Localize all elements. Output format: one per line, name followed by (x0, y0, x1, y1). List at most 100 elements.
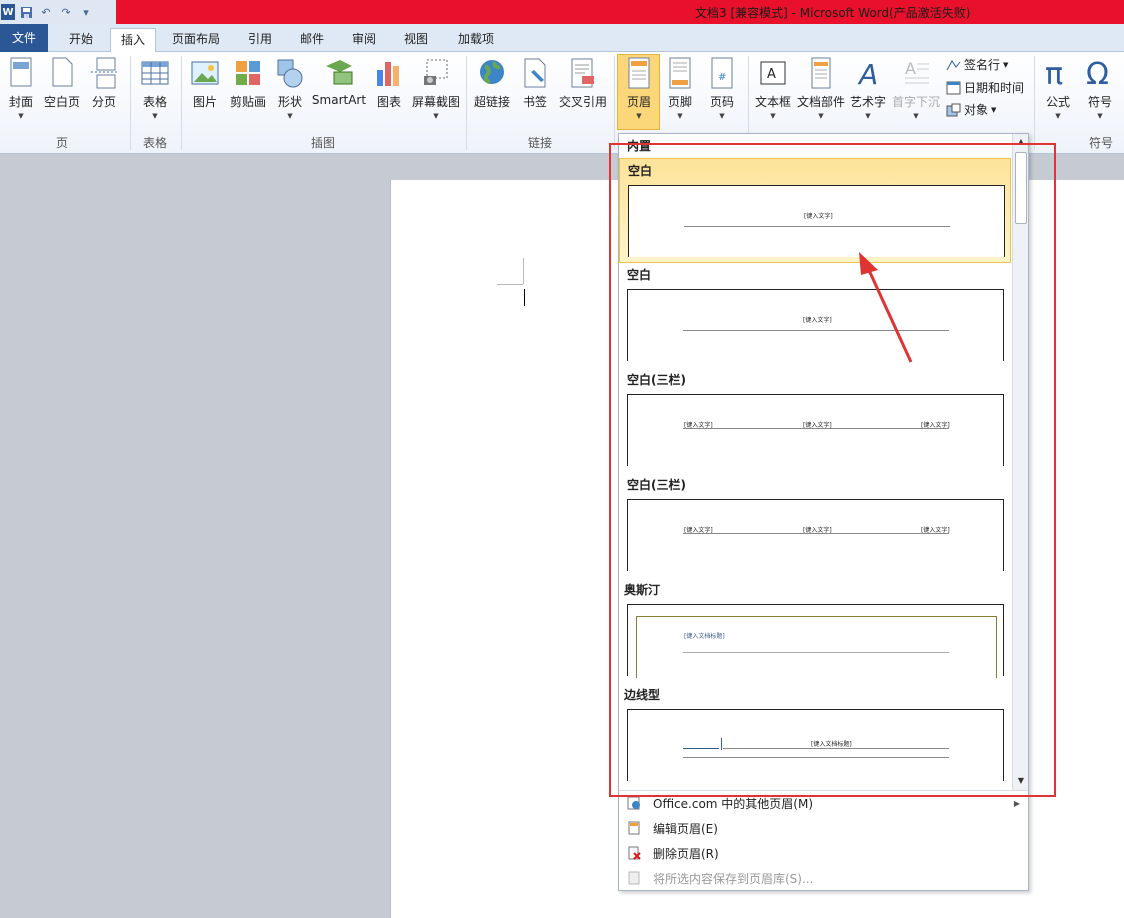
text-box-button[interactable]: A 文本框 ▼ (752, 56, 794, 126)
scroll-up-icon[interactable]: ▲ (1014, 135, 1028, 149)
scroll-down-icon[interactable]: ▼ (1014, 774, 1028, 788)
tab-view[interactable]: 视图 (394, 28, 438, 52)
clip-art-button[interactable]: 剪贴画 (228, 56, 268, 126)
gallery-item-preview: [键入文档标题] (627, 604, 1004, 678)
footer-icon (669, 57, 691, 89)
placeholder-text: [键入文档标题] (684, 633, 725, 640)
clip-art-label: 剪贴画 (229, 95, 266, 109)
chevron-down-icon: ▼ (677, 112, 683, 120)
table-label: 表格 (142, 95, 167, 109)
chevron-down-icon: ▼ (152, 112, 158, 120)
tab-references[interactable]: 引用 (238, 28, 282, 52)
gallery-item-preview: [键入文档标题] (627, 709, 1004, 781)
chevron-down-icon: ▼ (1003, 60, 1009, 69)
group-label-illustrations: 插图 (311, 136, 336, 150)
globe-icon (480, 60, 504, 84)
table-button[interactable]: 表格 ▼ (138, 56, 172, 126)
header-rule (683, 330, 949, 331)
smartart-button[interactable]: SmartArt (311, 56, 367, 126)
blank-page-button[interactable]: 空白页 (42, 56, 82, 126)
gallery-item-blank[interactable]: 空白 [键入文字] (619, 263, 1011, 368)
chevron-down-icon: ▼ (913, 112, 919, 120)
tab-review[interactable]: 审阅 (342, 28, 386, 52)
date-time-button[interactable]: 日期和时间 (946, 79, 1024, 96)
drop-cap-button[interactable]: A 首字下沉 ▼ (890, 56, 942, 126)
page-break-label: 分页 (91, 95, 116, 109)
tab-addins[interactable]: 加载项 (448, 28, 504, 52)
signature-line-button[interactable]: 签名行 ▼ (946, 56, 1008, 73)
scrollbar-thumb[interactable] (1015, 152, 1027, 224)
header-label: 页眉 (626, 95, 651, 109)
pi-icon: π (1045, 57, 1063, 90)
group-label-links: 链接 (528, 136, 553, 150)
hyperlink-button[interactable]: 超链接 (472, 56, 512, 126)
more-headers-menu-item[interactable]: Office.com 中的其他页眉(M) ▶ (619, 791, 1028, 815)
object-label: 对象 (964, 103, 989, 117)
header-button[interactable]: 页眉 ▼ (618, 56, 660, 126)
edit-header-menu-item[interactable]: 编辑页眉(E) (619, 816, 1028, 840)
page-break-button[interactable]: 分页 (86, 56, 122, 126)
chevron-down-icon: ▼ (636, 112, 642, 120)
page-number-label: 页码 (709, 95, 734, 109)
group-divider (130, 56, 131, 150)
gallery-item-sideline[interactable]: 边线型 [键入文档标题] (619, 683, 1011, 788)
group-label-pages: 页 (56, 136, 69, 150)
save-to-gallery-label: 将所选内容保存到页眉库(S)... (653, 871, 814, 886)
word-logo-icon[interactable]: W (1, 4, 15, 20)
customize-toolbar-icon[interactable]: ▾ (77, 3, 95, 21)
edit-header-icon (627, 821, 641, 835)
gallery-item-preview: [键入文字] (627, 289, 1004, 361)
margin-marker (523, 258, 524, 284)
text-cursor (524, 289, 525, 306)
chart-button[interactable]: 图表 (372, 56, 406, 126)
tab-home[interactable]: 开始 (58, 28, 104, 52)
cover-page-label: 封面 (8, 95, 33, 109)
group-label-tables: 表格 (143, 136, 168, 150)
cover-page-button[interactable]: 封面 ▼ (4, 56, 38, 126)
bookmark-button[interactable]: 书签 (518, 56, 552, 126)
quick-parts-button[interactable]: 文档部件 ▼ (796, 56, 846, 126)
tab-mailings[interactable]: 邮件 (290, 28, 334, 52)
quick-access-toolbar: W ↶ ↷ ▾ (0, 0, 116, 24)
drop-cap-label: 首字下沉 (891, 95, 940, 109)
header-dropdown: 内置 空白 [键入文字] 空白 [键入文字] 空白(三栏) [键入文字] [键入… (618, 133, 1029, 891)
tab-file[interactable]: 文件 (0, 24, 48, 52)
page-number-button[interactable]: # 页码 ▼ (704, 56, 740, 126)
austin-frame (636, 616, 997, 678)
tab-insert[interactable]: 插入 (110, 28, 156, 53)
gallery-scrollbar[interactable]: ▲ ▼ (1012, 134, 1028, 790)
picture-label: 图片 (192, 95, 217, 109)
wordart-button[interactable]: A 艺术字 ▼ (848, 56, 888, 126)
chart-icon (377, 62, 399, 86)
redo-icon[interactable]: ↷ (57, 3, 75, 21)
header-rule (683, 533, 949, 534)
remove-header-icon (627, 846, 641, 860)
gallery-item-blank[interactable]: 空白 [键入文字] (619, 158, 1011, 263)
undo-icon[interactable]: ↶ (37, 3, 55, 21)
footer-button[interactable]: 页脚 ▼ (662, 56, 698, 126)
sideline-accent (683, 748, 719, 749)
save-icon[interactable] (17, 3, 35, 21)
picture-button[interactable]: 图片 (188, 56, 222, 126)
gallery-item-austin[interactable]: 奥斯汀 [键入文档标题] (619, 578, 1011, 683)
placeholder-text: [键入文字] (803, 317, 832, 324)
quick-parts-icon (811, 57, 831, 89)
shapes-button[interactable]: 形状 ▼ (273, 56, 307, 126)
equation-button[interactable]: π 公式 ▼ (1040, 56, 1076, 126)
cross-reference-button[interactable]: 交叉引用 (556, 56, 610, 126)
ribbon-tabs: 文件 开始 插入 页面布局 引用 邮件 审阅 视图 加载项 (0, 24, 1124, 53)
gallery-item-title: 空白 (628, 164, 653, 178)
group-divider (1034, 56, 1035, 150)
remove-header-menu-item[interactable]: 删除页眉(R) (619, 841, 1028, 865)
chart-label: 图表 (376, 95, 401, 109)
screenshot-button[interactable]: 屏幕截图 ▼ (410, 56, 462, 126)
gallery-item-blank-three-column[interactable]: 空白(三栏) [键入文字] [键入文字] [键入文字] (619, 368, 1011, 473)
symbol-button[interactable]: Ω 符号 ▼ (1082, 56, 1118, 126)
sideline-divider (721, 738, 722, 750)
edit-header-label: 编辑页眉(E) (653, 821, 718, 836)
gallery-item-blank-three-column[interactable]: 空白(三栏) [键入文字] [键入文字] [键入文字] (619, 473, 1011, 578)
tab-page-layout[interactable]: 页面布局 (164, 28, 228, 52)
svg-text:A: A (767, 67, 776, 82)
save-to-gallery-menu-item[interactable]: 将所选内容保存到页眉库(S)... (619, 866, 1028, 890)
object-button[interactable]: 对象 ▼ (946, 101, 996, 118)
